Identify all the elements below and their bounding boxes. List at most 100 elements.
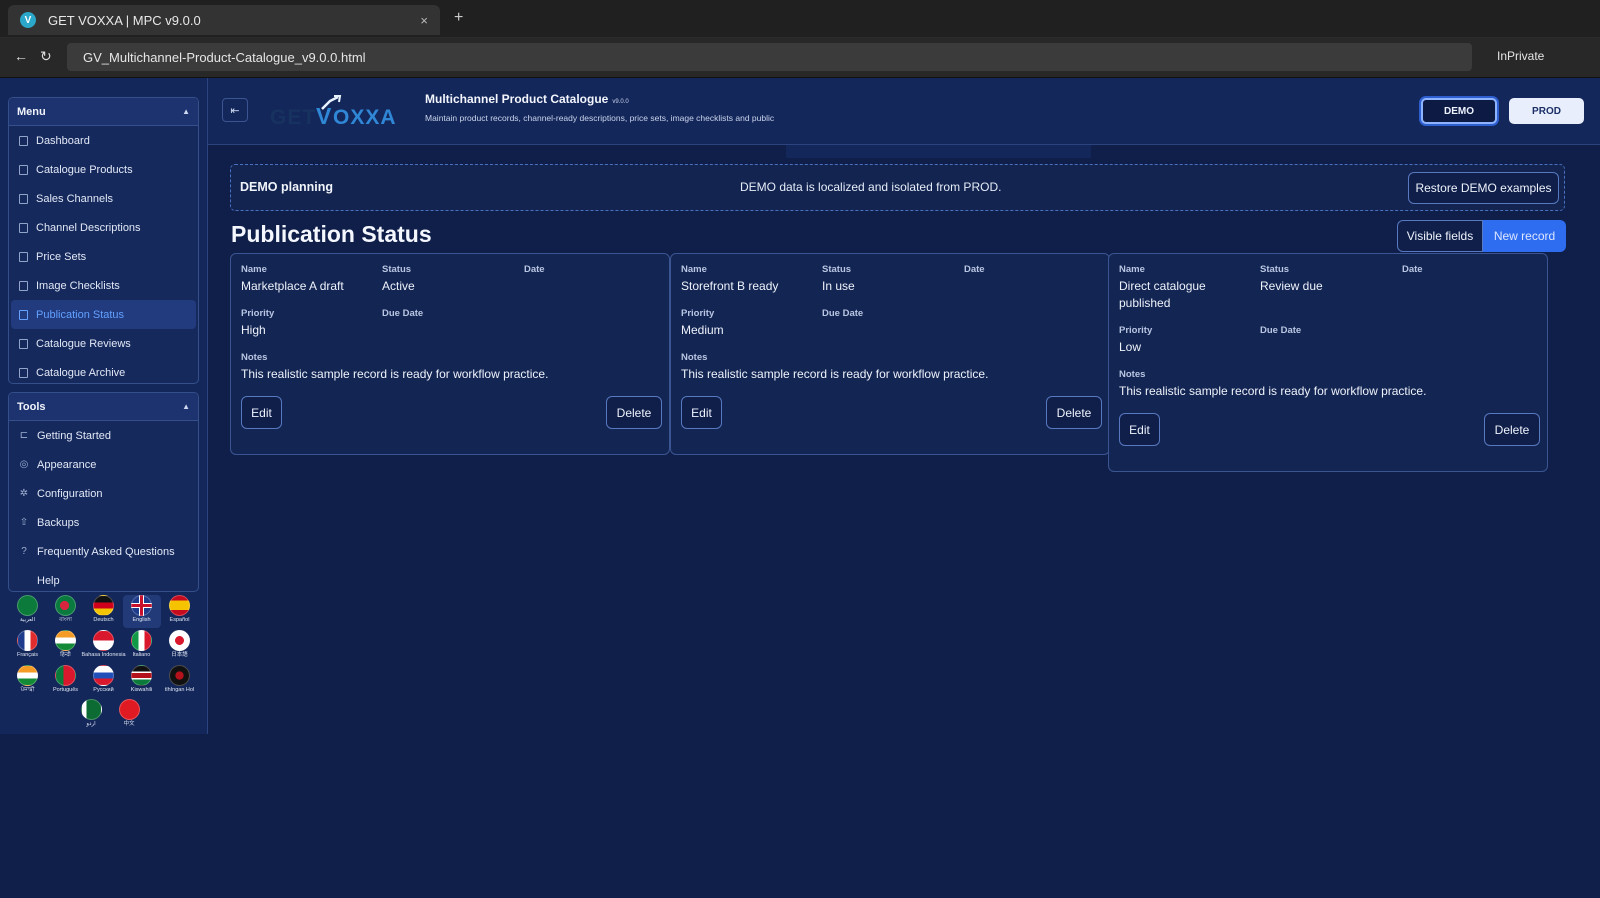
language-label: Bahasa Indonesia [81, 652, 126, 658]
record-name: Marketplace A draft [241, 279, 344, 293]
name-label: Name [1119, 264, 1145, 275]
tool-item-backups[interactable]: ⇧ Backups [9, 508, 198, 537]
sidebar-item-publication-status[interactable]: Publication Status [11, 300, 196, 329]
language-label: Русский [93, 687, 114, 693]
sidebar-item-image-checklists[interactable]: Image Checklists [9, 271, 198, 300]
inprivate-badge[interactable]: InPrivate [1497, 49, 1544, 63]
language-option[interactable]: 日本語 [161, 630, 199, 663]
sidebar-item-catalogue-archive[interactable]: Catalogue Archive [9, 358, 198, 387]
banner-title: DEMO planning [240, 180, 334, 194]
upload-icon: ⇧ [19, 517, 29, 528]
browser-tab[interactable]: V GET VOXXA | MPC v9.0.0 × [8, 5, 440, 35]
collapse-icon: ⇤ [230, 104, 240, 117]
language-label: বাংলা [59, 617, 72, 623]
language-option[interactable]: Kiswahili [123, 665, 161, 698]
record-notes: This realistic sample record is ready fo… [681, 367, 989, 381]
record-notes: This realistic sample record is ready fo… [241, 367, 549, 381]
svg-text:OXXA: OXXA [333, 106, 397, 129]
edit-button[interactable]: Edit [1119, 413, 1160, 446]
tool-item-label: Getting Started [37, 429, 111, 442]
language-option[interactable]: 中文 [110, 699, 148, 732]
sidebar-item-label: Publication Status [36, 308, 125, 321]
sidebar-item-label: Catalogue Products [36, 163, 133, 176]
bangladesh-flag-icon [55, 595, 76, 616]
language-option[interactable]: tlhIngan Hol [161, 665, 199, 698]
tools-list: ⊏ Getting Started ◎ Appearance ✲ Configuratio… [9, 421, 198, 595]
language-option[interactable]: বাংলা [47, 595, 85, 628]
delete-button[interactable]: Delete [1046, 396, 1102, 429]
language-option[interactable]: Русский [85, 665, 123, 698]
language-option[interactable]: العربية [9, 595, 47, 628]
due-date-label: Due Date [382, 308, 424, 319]
sidebar-item-dashboard[interactable]: Dashboard [9, 126, 198, 155]
spain-flag-icon [169, 595, 190, 616]
language-option[interactable]: Deutsch [85, 595, 123, 628]
language-selector-extra: اردو 中文 [72, 699, 148, 732]
status-label: Status [822, 264, 852, 275]
sidebar: Menu ▲ Dashboard Catalogue Products Sales … [0, 78, 208, 734]
language-option[interactable]: Italiano [123, 630, 161, 663]
notes-label: Notes [681, 352, 708, 363]
list-icon [19, 135, 28, 146]
language-option[interactable]: Bahasa Indonesia [81, 630, 126, 663]
language-option[interactable]: ਪੰਜਾਬੀ [9, 665, 47, 698]
sidebar-item-sales-channels[interactable]: Sales Channels [9, 184, 198, 213]
sidebar-item-catalogue-products[interactable]: Catalogue Products [9, 155, 198, 184]
language-option[interactable]: हिन्दी [47, 630, 85, 663]
edit-button[interactable]: Edit [241, 396, 282, 429]
delete-button[interactable]: Delete [606, 396, 662, 429]
language-option[interactable]: اردو [72, 699, 110, 732]
language-label: English [132, 617, 151, 623]
demo-environment-button[interactable]: DEMO [1421, 98, 1497, 124]
record-status: In use [822, 279, 855, 293]
caret-up-icon: ▲ [182, 107, 190, 116]
sidebar-item-catalogue-reviews[interactable]: Catalogue Reviews [9, 329, 198, 358]
tool-item-label: Help [37, 574, 60, 587]
prod-environment-button[interactable]: PROD [1509, 98, 1584, 124]
tools-panel-header[interactable]: Tools ▲ [9, 393, 198, 421]
sidebar-item-price-sets[interactable]: Price Sets [9, 242, 198, 271]
sidebar-item-channel-descriptions[interactable]: Channel Descriptions [9, 213, 198, 242]
language-option[interactable]: Français [9, 630, 47, 663]
header-notch [786, 145, 1091, 158]
tool-item-label: Backups [37, 516, 80, 529]
edit-button[interactable]: Edit [681, 396, 722, 429]
url-input[interactable]: GV_Multichannel-Product-Catalogue_v9.0.0… [67, 43, 1472, 71]
browser-tab-bar: V GET VOXXA | MPC v9.0.0 × + [0, 0, 1600, 38]
app-version: v9.0.0 [612, 99, 629, 105]
caret-up-icon: ▲ [182, 402, 190, 411]
close-tab-icon[interactable]: × [420, 13, 428, 28]
svg-text:GET: GET [270, 106, 316, 129]
record-name: Storefront B ready [681, 279, 779, 293]
back-icon[interactable]: ← [14, 48, 28, 64]
language-option[interactable]: Español [161, 595, 199, 628]
sidebar-item-label: Sales Channels [36, 192, 114, 205]
list-icon [19, 309, 28, 320]
restore-demo-button[interactable]: Restore DEMO examples [1408, 172, 1559, 204]
language-label: العربية [19, 617, 36, 623]
page-title: Publication Status [231, 221, 432, 247]
uk-flag-icon [131, 595, 152, 616]
menu-panel-header[interactable]: Menu ▲ [9, 98, 198, 126]
sidebar-item-label: Price Sets [36, 250, 87, 263]
tool-item-configuration[interactable]: ✲ Configuration [9, 479, 198, 508]
tool-item-appearance[interactable]: ◎ Appearance [9, 450, 198, 479]
tool-item-help[interactable]: Help [9, 566, 198, 595]
pakistan-flag-icon [80, 699, 102, 720]
language-option[interactable]: English [122, 595, 161, 628]
reload-icon[interactable]: ↻ [40, 48, 52, 65]
sidebar-item-label: Catalogue Reviews [36, 337, 131, 350]
language-option[interactable]: Português [47, 665, 85, 698]
tool-item-frequently-asked-questions[interactable]: ? Frequently Asked Questions [9, 537, 198, 566]
new-tab-icon[interactable]: + [454, 9, 463, 27]
menu-panel: Menu ▲ Dashboard Catalogue Products Sales … [8, 97, 199, 384]
tools-title: Tools [17, 400, 46, 413]
sidebar-toggle-button[interactable]: ⇤ [222, 98, 248, 122]
record-card: Name Status Date Storefront B ready In use Pr… [670, 253, 1110, 455]
favicon-icon: V [20, 12, 36, 28]
germany-flag-icon [93, 595, 114, 616]
tool-item-getting-started[interactable]: ⊏ Getting Started [9, 421, 198, 450]
delete-button[interactable]: Delete [1484, 413, 1540, 446]
new-record-button[interactable]: New record [1483, 220, 1566, 252]
visible-fields-button[interactable]: Visible fields [1397, 220, 1483, 252]
